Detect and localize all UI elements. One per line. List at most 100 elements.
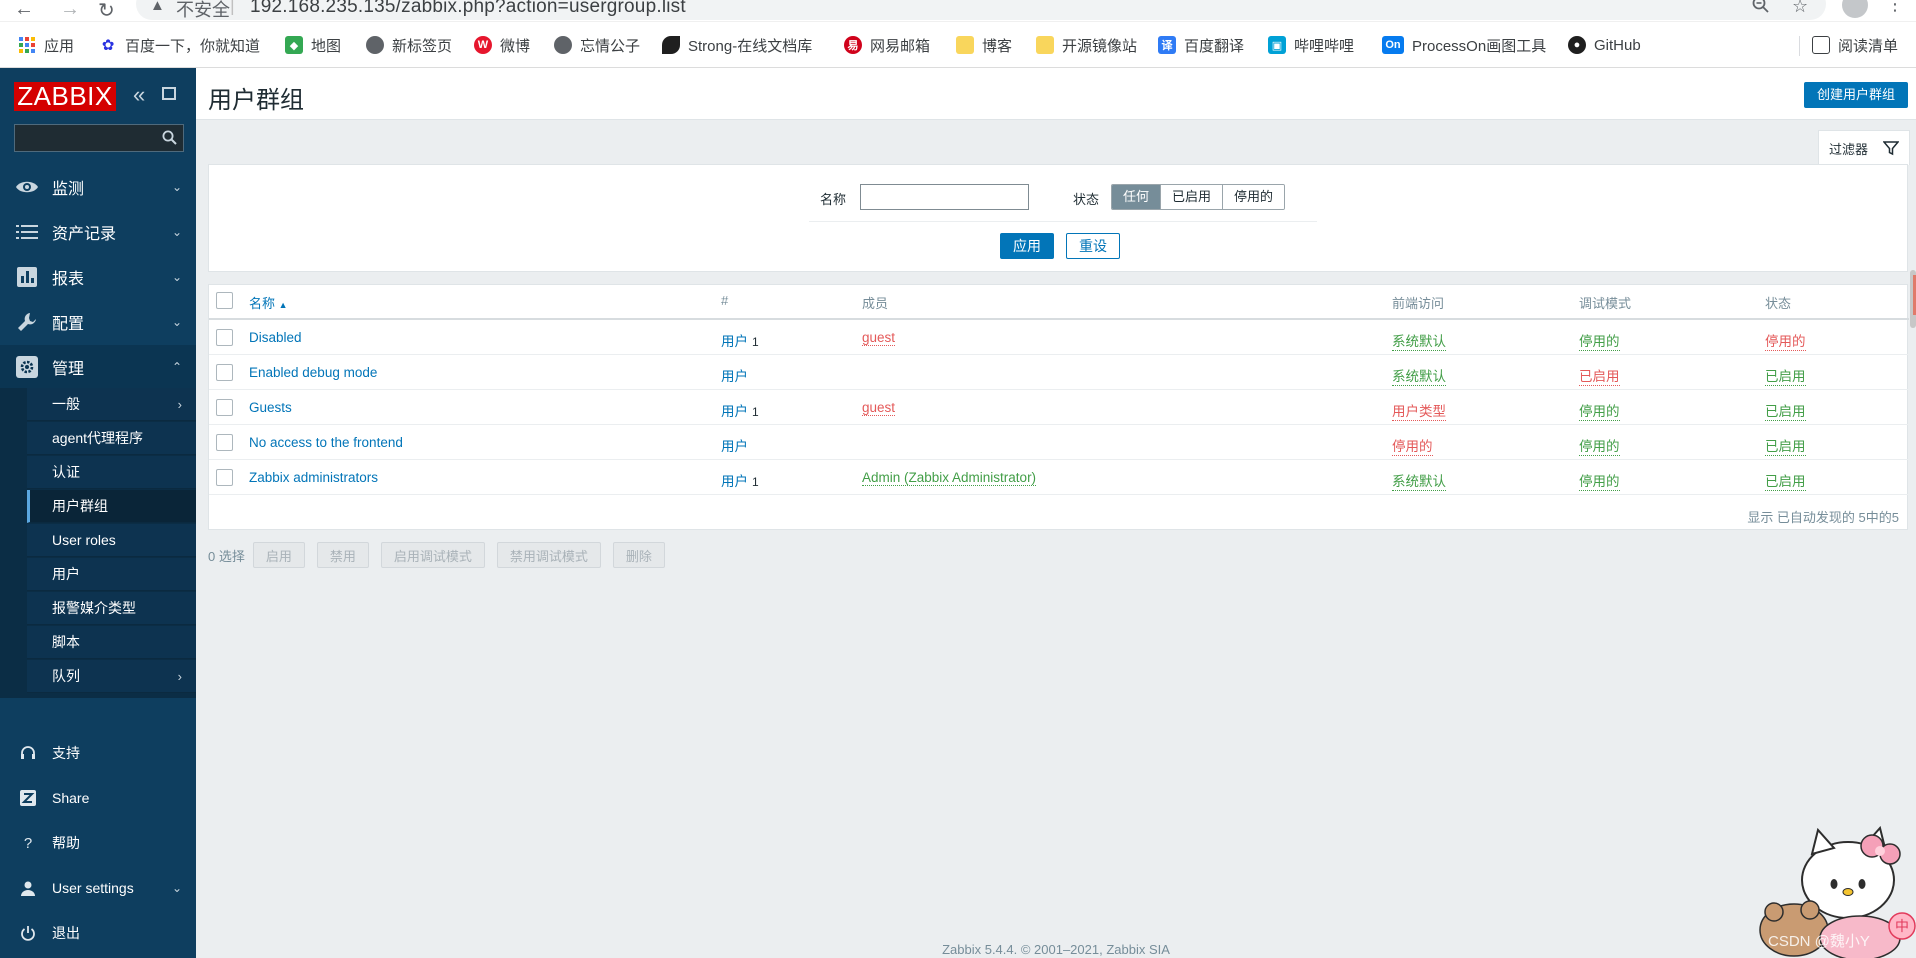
- debug-mode-toggle[interactable]: 停用的: [1579, 330, 1620, 351]
- submenu-item-authentication[interactable]: 认证: [27, 456, 196, 489]
- submenu-item-user-groups[interactable]: 用户群组: [27, 490, 196, 523]
- frontend-access-toggle[interactable]: 用户类型: [1392, 400, 1446, 421]
- menu-help[interactable]: ? 帮助: [0, 823, 196, 863]
- menu-sign-out[interactable]: 退出: [0, 913, 196, 953]
- bookmark-baidu-translate[interactable]: 译 百度翻译: [1158, 34, 1244, 56]
- users-link[interactable]: 用户: [721, 404, 748, 419]
- reload-icon[interactable]: ↻: [98, 0, 115, 23]
- warning-triangle-icon[interactable]: ▲: [150, 0, 165, 14]
- group-name-link[interactable]: Zabbix administrators: [249, 470, 378, 485]
- back-arrow-icon[interactable]: ←: [14, 0, 34, 21]
- status-option-any[interactable]: 任何: [1112, 185, 1162, 209]
- users-link[interactable]: 用户: [721, 474, 748, 489]
- table-row: No access to the frontend 用户 停用的 停用的 已启用: [209, 425, 1909, 460]
- column-header-name[interactable]: 名称 ▲: [249, 293, 288, 312]
- status-toggle[interactable]: 已启用: [1765, 365, 1806, 386]
- menu-inventory[interactable]: 资产记录 ⌄: [0, 210, 196, 254]
- bookmark-star-icon[interactable]: ☆: [1792, 0, 1808, 17]
- group-name-link[interactable]: Disabled: [249, 330, 302, 345]
- menu-support[interactable]: 支持: [0, 733, 196, 773]
- menu-configuration[interactable]: 配置 ⌄: [0, 300, 196, 344]
- group-name-link[interactable]: Enabled debug mode: [249, 365, 377, 380]
- search-icon[interactable]: [162, 130, 177, 145]
- users-link[interactable]: 用户: [721, 439, 748, 454]
- status-toggle[interactable]: 停用的: [1765, 330, 1806, 351]
- submenu-item-user-roles[interactable]: User roles: [27, 524, 196, 557]
- sidebar-search-input[interactable]: [14, 124, 184, 152]
- frontend-access-toggle[interactable]: 系统默认: [1392, 330, 1446, 351]
- status-toggle[interactable]: 已启用: [1765, 400, 1806, 421]
- debug-mode-toggle[interactable]: 停用的: [1579, 470, 1620, 491]
- bookmark-baidu[interactable]: ✿ 百度一下，你就知道: [99, 34, 260, 56]
- status-option-enabled[interactable]: 已启用: [1161, 185, 1224, 209]
- bookmark-github[interactable]: ● GitHub: [1568, 34, 1641, 56]
- menu-share[interactable]: Share: [0, 778, 196, 818]
- menu-reports[interactable]: 报表 ⌄: [0, 255, 196, 299]
- users-link[interactable]: 用户: [721, 334, 748, 349]
- enable-button[interactable]: 启用: [252, 542, 305, 568]
- forward-arrow-icon[interactable]: →: [60, 0, 80, 21]
- disable-button[interactable]: 禁用: [316, 542, 369, 568]
- frontend-access-toggle[interactable]: 停用的: [1392, 435, 1433, 456]
- frontend-access-toggle[interactable]: 系统默认: [1392, 365, 1446, 386]
- member-link[interactable]: Admin (Zabbix Administrator): [862, 470, 1037, 486]
- filter-reset-button[interactable]: 重设: [1066, 233, 1120, 259]
- bookmark-163mail[interactable]: 易 网易邮箱: [844, 34, 930, 56]
- row-checkbox[interactable]: [216, 469, 233, 486]
- bookmark-wangqing[interactable]: 忘情公子: [554, 34, 640, 56]
- frontend-access-toggle[interactable]: 系统默认: [1392, 470, 1446, 491]
- debug-mode-toggle[interactable]: 停用的: [1579, 400, 1620, 421]
- row-checkbox[interactable]: [216, 364, 233, 381]
- status-toggle[interactable]: 已启用: [1765, 470, 1806, 491]
- profile-avatar-icon[interactable]: [1842, 0, 1868, 18]
- row-checkbox[interactable]: [216, 434, 233, 451]
- menu-monitoring[interactable]: 监测 ⌄: [0, 165, 196, 209]
- bookmark-bilibili[interactable]: ▣ 哔哩哔哩: [1268, 34, 1354, 56]
- status-option-disabled[interactable]: 停用的: [1223, 185, 1285, 209]
- browser-menu-icon[interactable]: ⋮: [1886, 0, 1904, 15]
- menu-user-settings[interactable]: User settings ⌄: [0, 868, 196, 908]
- debug-mode-toggle[interactable]: 已启用: [1579, 365, 1620, 386]
- filter-name-input[interactable]: [860, 184, 1029, 210]
- member-link[interactable]: guest: [862, 330, 896, 346]
- select-all-checkbox[interactable]: [216, 292, 233, 309]
- bookmark-processon[interactable]: On ProcessOn画图工具: [1382, 34, 1546, 56]
- kiosk-mode-icon[interactable]: [162, 87, 176, 100]
- bookmark-newtab[interactable]: 新标签页: [366, 34, 452, 56]
- reading-list-button[interactable]: 阅读清单: [1812, 34, 1898, 56]
- collapse-sidebar-icon[interactable]: «: [133, 82, 145, 108]
- filter-tab[interactable]: 过滤器: [1818, 130, 1910, 165]
- url-text[interactable]: 192.168.235.135/zabbix.php?action=usergr…: [250, 0, 686, 18]
- group-name-link[interactable]: No access to the frontend: [249, 435, 403, 450]
- submenu-item-proxies[interactable]: agent代理程序: [27, 422, 196, 455]
- enable-debug-button[interactable]: 启用调试模式: [380, 542, 485, 568]
- bookmark-weibo[interactable]: W 微博: [474, 34, 530, 56]
- zabbix-logo[interactable]: ZABBIX: [14, 82, 116, 111]
- insecure-label[interactable]: 不安全: [176, 0, 230, 22]
- submenu-item-general[interactable]: 一般 ›: [27, 388, 196, 421]
- disable-debug-button[interactable]: 禁用调试模式: [496, 542, 601, 568]
- delete-button[interactable]: 删除: [612, 542, 665, 568]
- debug-mode-toggle[interactable]: 停用的: [1579, 435, 1620, 456]
- create-user-group-button[interactable]: 创建用户群组: [1803, 82, 1908, 108]
- bookmark-apps[interactable]: 应用: [18, 34, 74, 56]
- bookmark-blog[interactable]: 博客: [956, 34, 1012, 56]
- submenu-item-queue[interactable]: 队列 ›: [27, 660, 196, 693]
- bookmark-maps[interactable]: ◆ 地图: [285, 34, 341, 56]
- group-name-link[interactable]: Guests: [249, 400, 292, 415]
- member-link[interactable]: guest: [862, 400, 896, 416]
- row-checkbox[interactable]: [216, 399, 233, 416]
- filter-apply-button[interactable]: 应用: [1000, 233, 1054, 259]
- bookmark-mirror[interactable]: 开源镜像站: [1036, 34, 1137, 56]
- submenu-item-users[interactable]: 用户: [27, 558, 196, 591]
- row-checkbox[interactable]: [216, 329, 233, 346]
- zoom-out-icon[interactable]: [1752, 0, 1770, 19]
- chevron-down-icon: ⌄: [171, 270, 182, 284]
- bookmark-strong[interactable]: Strong-在线文档库: [662, 34, 812, 56]
- submenu-item-scripts[interactable]: 脚本: [27, 626, 196, 659]
- menu-administration[interactable]: 管理 ⌃: [0, 345, 196, 389]
- folder-icon: [1036, 36, 1054, 54]
- submenu-item-media-types[interactable]: 报警媒介类型: [27, 592, 196, 625]
- users-link[interactable]: 用户: [721, 369, 748, 384]
- status-toggle[interactable]: 已启用: [1765, 435, 1806, 456]
